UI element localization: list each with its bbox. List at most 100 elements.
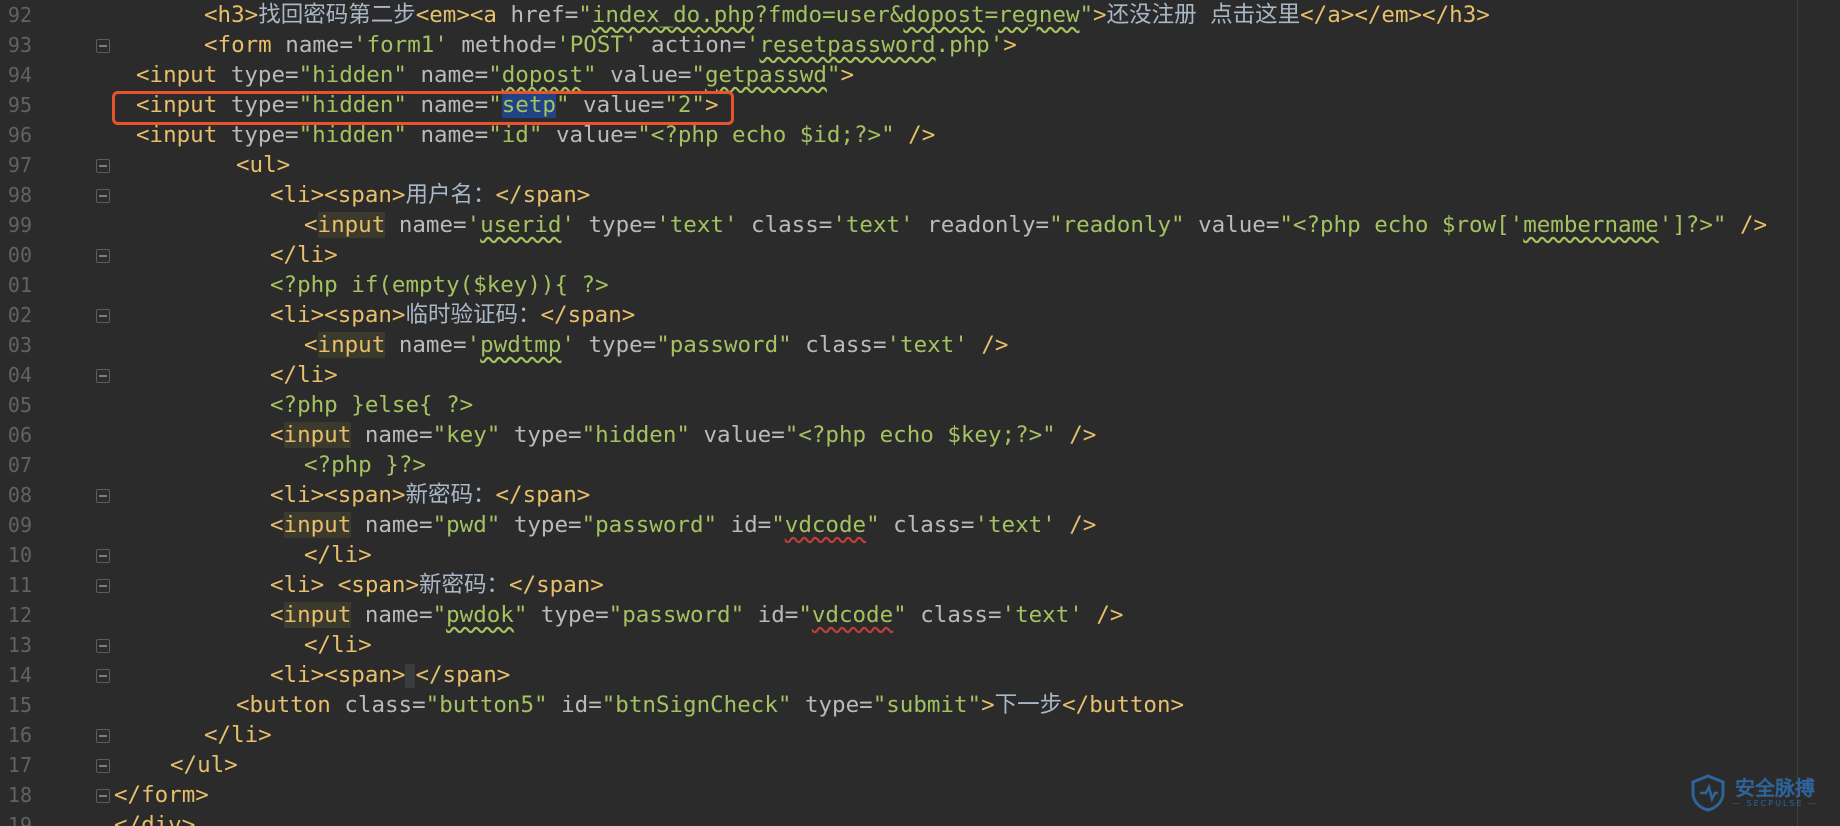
code-line[interactable]: 09 <input name="pwd" type="password" id="… [0,510,1840,540]
attribute-token: type= [500,512,582,538]
attribute-token: name= [351,512,433,538]
code-line[interactable]: 14 <li><span> </span> [0,660,1840,690]
attribute-token: name= [351,602,433,628]
string-token: 'POST' [556,32,638,58]
string-token-spellcheck: userid [480,212,562,238]
code-line[interactable]: 06 <input name="key" type="hidden" value=… [0,420,1840,450]
line-number: 19 [7,813,32,826]
code-line[interactable]: 11 <li> <span>新密码：</span> [0,570,1840,600]
string-token: 'form1' [353,32,448,58]
fold-toggle-icon[interactable] [96,639,110,653]
fold-toggle-icon[interactable] [96,729,110,743]
string-token: 'text' [974,512,1056,538]
fold-toggle-icon[interactable] [96,759,110,773]
string-token: 'text' [1001,602,1083,628]
line-number: 10 [7,543,32,567]
attribute-token: name= [385,332,467,358]
fold-toggle-icon[interactable] [96,249,110,263]
tag-token: > [840,62,854,88]
string-token: ?fmdo=user& [754,2,904,28]
fold-toggle-icon[interactable] [96,159,110,173]
code-text: </li> [270,240,338,270]
code-text: <input name="key" type="hidden" value="<… [270,420,1096,450]
string-token: " [893,602,907,628]
tag-token: /> [1726,212,1768,238]
code-line[interactable]: 13 </li> [0,630,1840,660]
tag-token-highlighted: input [283,422,352,448]
string-token: " [1079,2,1094,28]
string-token-spellcheck: pwdok [446,602,514,628]
code-line[interactable]: 12 <input name="pwdok" type="password" id… [0,600,1840,630]
fold-toggle-icon[interactable] [96,39,110,53]
fold-toggle-icon[interactable] [96,189,110,203]
line-number: 08 [7,483,32,507]
tag-token: <ul> [236,152,291,178]
code-line[interactable]: 99 <input name='userid' type='text' class… [0,210,1840,240]
string-token: ' [561,332,575,358]
tag-token: </li> [270,362,338,388]
tag-token: </form> [114,782,209,808]
line-number: 17 [7,753,32,777]
attribute-token: class= [737,212,833,238]
line-number: 93 [7,33,32,57]
code-editor[interactable]: 92 <h3>找回密码第二步<em><a href="index_do.php?f… [0,0,1840,826]
tag-token: </span> [415,662,511,688]
tag-token: > [981,692,995,718]
fold-toggle-icon[interactable] [96,669,110,683]
tag-token: <li><span> [270,662,406,688]
code-text: <input type="hidden" name="dopost" value… [136,60,854,90]
attribute-token: type= [230,62,299,88]
line-number: 11 [7,573,32,597]
tag-token: </span> [495,182,591,208]
string-token: "password" [656,332,792,358]
attribute-token: type= [500,422,582,448]
code-line[interactable]: 97 <ul> [0,150,1840,180]
fold-toggle-icon[interactable] [96,789,110,803]
line-number: 04 [7,363,32,387]
code-line[interactable]: 17 </ul> [0,750,1840,780]
code-line[interactable]: 93 <form name='form1' method='POST' actio… [0,30,1840,60]
attribute-token: type= [527,602,609,628]
string-token: " [826,62,841,88]
fold-toggle-icon[interactable] [96,489,110,503]
code-line[interactable]: 92 <h3>找回密码第二步<em><a href="index_do.php?f… [0,0,1840,30]
code-line[interactable]: 01 <?php if(empty($key)){ ?> [0,270,1840,300]
code-line[interactable]: 98 <li><span>用户名：</span> [0,180,1840,210]
fold-toggle-icon[interactable] [96,309,110,323]
line-number: 96 [7,123,32,147]
tag-token: </span> [540,302,636,328]
string-token: "password" [581,512,718,538]
code-line[interactable]: 18 </form> [0,780,1840,810]
code-text: </li> [204,720,272,750]
fold-toggle-icon[interactable] [96,579,110,593]
code-line[interactable]: 15 <button class="button5" id="btnSignChe… [0,690,1840,720]
code-line[interactable]: 00 </li> [0,240,1840,270]
fold-toggle-icon[interactable] [96,549,110,563]
tag-token: </li> [270,242,338,268]
attribute-token: href= [510,2,579,28]
tag-token: /> [1055,422,1097,448]
code-line[interactable]: 94 <input type="hidden" name="dopost" val… [0,60,1840,90]
code-line[interactable]: 16 </li> [0,720,1840,750]
code-line[interactable]: 04 </li> [0,360,1840,390]
code-line[interactable]: 03 <input name='pwdtmp' type="password" c… [0,330,1840,360]
text-token: 新密码： [405,482,496,508]
code-line[interactable]: 02 <li><span>临时验证码：</span> [0,300,1840,330]
line-number: 06 [7,423,32,447]
string-token: "hidden" [298,122,407,148]
attribute-token: id= [547,692,602,718]
code-line[interactable]: 19 </div> [0,810,1840,826]
text-token: 找回密码第二步 [258,2,416,28]
code-text: </li> [304,540,372,570]
string-token: = [984,2,999,28]
string-token: " [798,602,812,628]
code-line[interactable]: 10 </li> [0,540,1840,570]
code-line[interactable]: 05 <?php }else{ ?> [0,390,1840,420]
string-token: " [432,602,447,628]
code-line[interactable]: 07 <?php }?> [0,450,1840,480]
attribute-token: class= [344,692,426,718]
attribute-token: class= [906,602,1002,628]
fold-toggle-icon[interactable] [96,369,110,383]
code-line[interactable]: 08 <li><span>新密码：</span> [0,480,1840,510]
tag-token-highlighted: input [283,602,352,628]
